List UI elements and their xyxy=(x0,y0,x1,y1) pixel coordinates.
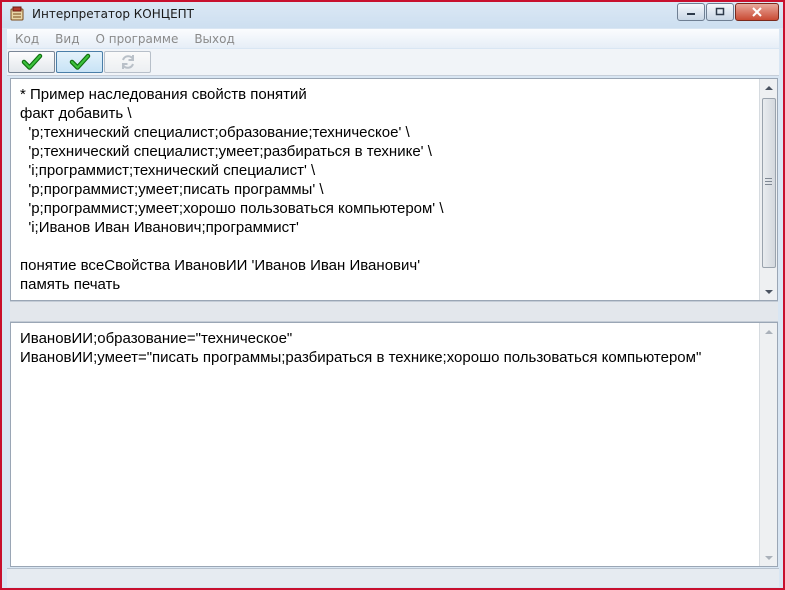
code-text[interactable]: * Пример наследования свойств понятий фа… xyxy=(20,85,755,294)
menu-about[interactable]: О программе xyxy=(88,32,187,46)
concept-app-icon xyxy=(9,6,25,22)
scroll-up-button[interactable] xyxy=(760,323,777,340)
scroll-down-button[interactable] xyxy=(760,283,777,300)
refresh-button[interactable] xyxy=(104,51,151,73)
arrow-down-icon xyxy=(764,289,773,294)
caption-buttons xyxy=(676,3,779,21)
output-pane[interactable]: ИвановИИ;образование="техническое" Ивано… xyxy=(10,322,778,567)
checkmark-icon xyxy=(69,53,90,70)
arrow-down-icon xyxy=(764,555,773,560)
menu-exit[interactable]: Выход xyxy=(186,32,242,46)
minimize-button[interactable] xyxy=(677,3,705,21)
run-step-button[interactable] xyxy=(56,51,103,73)
output-text: ИвановИИ;образование="техническое" Ивано… xyxy=(20,330,702,366)
maximize-button[interactable] xyxy=(706,3,734,21)
grip-line xyxy=(765,184,772,185)
grip-line xyxy=(765,181,772,182)
arrow-up-icon xyxy=(764,329,773,334)
code-editor[interactable]: * Пример наследования свойств понятий фа… xyxy=(10,78,778,301)
title-bar[interactable]: Интерпретатор КОНЦЕПТ xyxy=(2,2,783,28)
arrow-up-icon xyxy=(764,85,773,90)
grip-line xyxy=(765,178,772,179)
scroll-thumb[interactable] xyxy=(762,98,776,268)
status-bar xyxy=(7,568,779,587)
checkmark-icon xyxy=(21,53,42,70)
menu-bar: Код Вид О программе Выход xyxy=(7,29,779,48)
close-button[interactable] xyxy=(735,3,779,21)
maximize-icon xyxy=(715,7,725,16)
close-icon xyxy=(752,7,762,17)
pane-splitter[interactable] xyxy=(10,301,778,322)
window-title: Интерпретатор КОНЦЕПТ xyxy=(32,7,195,21)
scroll-down-button[interactable] xyxy=(760,549,777,566)
run-button[interactable] xyxy=(8,51,55,73)
output-vertical-scrollbar[interactable] xyxy=(759,323,777,566)
app-window: Интерпретатор КОНЦЕПТ Код Вид О программ… xyxy=(0,0,785,590)
menu-code[interactable]: Код xyxy=(7,32,47,46)
scroll-up-button[interactable] xyxy=(760,79,777,96)
refresh-icon xyxy=(121,55,134,69)
minimize-icon xyxy=(687,13,695,15)
toolbar xyxy=(7,49,779,76)
menu-view[interactable]: Вид xyxy=(47,32,87,46)
code-vertical-scrollbar[interactable] xyxy=(759,79,777,300)
